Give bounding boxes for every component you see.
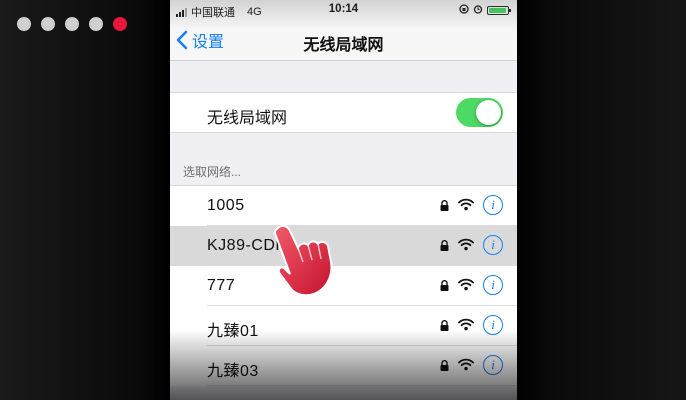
wifi-toggle-label: 无线局域网 xyxy=(207,110,288,127)
network-row[interactable]: KJ89-CDFF i xyxy=(170,226,517,266)
network-row[interactable]: 777 i xyxy=(170,266,517,306)
section-header: 选取网络... xyxy=(183,165,242,179)
network-row[interactable]: 九臻03 i xyxy=(170,346,517,386)
lock-icon xyxy=(440,320,449,331)
network-name: 九臻01 xyxy=(207,323,259,340)
page-dot[interactable] xyxy=(41,17,55,31)
lock-icon xyxy=(440,360,449,371)
phone-screen: 中国联通 4G 10:14 设置 无线局域网 无线局域网 选取网络... 100… xyxy=(170,0,517,400)
network-row[interactable]: 九臻01 i xyxy=(170,306,517,346)
page-dot[interactable] xyxy=(89,17,103,31)
orientation-lock-icon xyxy=(459,4,469,17)
info-icon[interactable]: i xyxy=(483,275,503,295)
status-bar: 中国联通 4G 10:14 xyxy=(170,0,517,20)
network-name: 777 xyxy=(207,277,236,294)
network-name: 1005 xyxy=(207,197,245,214)
info-icon[interactable]: i xyxy=(483,355,503,375)
wifi-toggle-row: 无线局域网 xyxy=(170,92,517,133)
info-icon[interactable]: i xyxy=(483,235,503,255)
lock-icon xyxy=(440,200,449,211)
info-icon[interactable]: i xyxy=(483,315,503,335)
network-name: 九臻03 xyxy=(207,363,259,380)
battery-icon xyxy=(487,6,511,15)
hand-pointer-icon xyxy=(273,224,333,297)
page-indicator xyxy=(17,17,127,31)
lock-icon xyxy=(440,280,449,291)
page-dot-active[interactable] xyxy=(113,17,127,31)
wifi-icon xyxy=(458,278,474,291)
info-icon[interactable]: i xyxy=(483,195,503,215)
page-title: 无线局域网 xyxy=(303,37,384,54)
lock-icon xyxy=(440,240,449,251)
navigation-bar: 设置 无线局域网 xyxy=(170,20,517,61)
network-row[interactable]: 1005 i xyxy=(170,186,517,226)
wifi-icon xyxy=(458,238,474,251)
page-dot[interactable] xyxy=(17,17,31,31)
alarm-icon xyxy=(473,4,483,17)
wifi-switch[interactable] xyxy=(456,98,503,127)
switch-knob xyxy=(476,100,501,125)
wifi-icon xyxy=(458,358,474,371)
wifi-icon xyxy=(458,318,474,331)
page-dot[interactable] xyxy=(65,17,79,31)
network-list: 1005 i KJ89-CDFF i 777 i 九臻01 i 九臻03 i xyxy=(170,185,517,386)
wifi-icon xyxy=(458,198,474,211)
